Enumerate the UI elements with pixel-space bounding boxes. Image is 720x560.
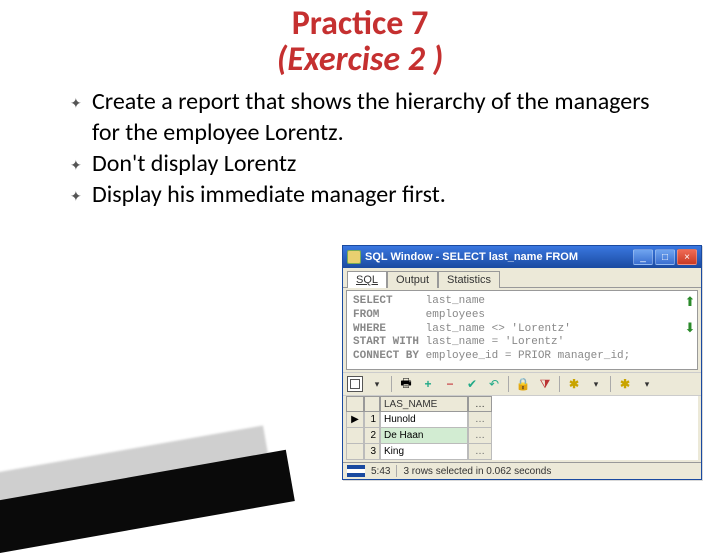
bullet-text: Display his immediate manager first. xyxy=(92,180,446,211)
sql-editor[interactable]: SELECT last_name FROM employees WHERE la… xyxy=(346,290,698,370)
commit-icon[interactable]: ✔ xyxy=(464,376,480,392)
add-row-icon[interactable]: + xyxy=(420,376,436,392)
result-header-row: LAS_NAME … xyxy=(346,396,698,412)
flag-icon xyxy=(347,465,365,477)
separator xyxy=(396,465,397,477)
delete-row-icon[interactable]: − xyxy=(442,376,458,392)
row-pointer-icon xyxy=(346,444,364,460)
row-number-header xyxy=(364,396,380,412)
result-toolbar: ▾ 🖶 + − ✔ ↶ 🔒 ⧩ ✱ ▾ ✱ ▾ xyxy=(343,372,701,396)
arrow-down-icon[interactable]: ⬇ xyxy=(682,320,698,336)
dropdown-icon[interactable]: ▾ xyxy=(588,376,604,392)
bullet-item: ✦ Create a report that shows the hierarc… xyxy=(70,87,680,148)
cell-more[interactable]: … xyxy=(468,444,492,460)
lock-icon[interactable]: 🔒 xyxy=(515,376,531,392)
tab-output[interactable]: Output xyxy=(387,271,438,288)
row-pointer-icon xyxy=(346,428,364,444)
slide-title-block: Practice 7 (Exercise 2 ) xyxy=(0,0,720,77)
print-icon[interactable]: 🖶 xyxy=(398,376,414,392)
cell-last-name[interactable]: King xyxy=(380,444,468,460)
result-row[interactable]: 2 De Haan … xyxy=(346,428,698,444)
separator xyxy=(610,376,611,392)
row-gutter-header xyxy=(346,396,364,412)
status-message: 3 rows selected in 0.062 seconds xyxy=(403,466,551,477)
cell-more[interactable]: … xyxy=(468,428,492,444)
app-icon xyxy=(347,250,361,264)
dropdown-icon[interactable]: ▾ xyxy=(369,376,385,392)
arrow-up-icon[interactable]: ⬆ xyxy=(682,294,698,310)
cell-last-name[interactable]: Hunold xyxy=(380,412,468,428)
sql-window: SQL Window - SELECT last_name FROM _ □ ×… xyxy=(342,245,702,480)
title-line-1: Practice 7 xyxy=(0,6,720,42)
bullet-item: ✦ Display his immediate manager first. xyxy=(70,180,680,211)
window-title: SQL Window - SELECT last_name FROM xyxy=(365,251,629,263)
bullet-marker-icon: ✦ xyxy=(70,87,92,113)
status-time: 5:43 xyxy=(371,466,390,477)
cell-last-name[interactable]: De Haan xyxy=(380,428,468,444)
bullet-list: ✦ Create a report that shows the hierarc… xyxy=(0,77,720,210)
result-grid: LAS_NAME … ▶ 1 Hunold … 2 De Haan … 3 Ki… xyxy=(346,396,698,460)
rollback-icon[interactable]: ↶ xyxy=(486,376,502,392)
status-bar: 5:43 3 rows selected in 0.062 seconds xyxy=(343,462,701,479)
window-titlebar[interactable]: SQL Window - SELECT last_name FROM _ □ × xyxy=(343,246,701,268)
cell-more[interactable]: … xyxy=(468,412,492,428)
row-number: 3 xyxy=(364,444,380,460)
maximize-button[interactable]: □ xyxy=(655,249,675,265)
fetch-icon[interactable]: ⧩ xyxy=(537,376,553,392)
row-pointer-icon: ▶ xyxy=(346,412,364,428)
row-number: 1 xyxy=(364,412,380,428)
bullet-text: Don't display Lorentz xyxy=(92,149,296,180)
window-buttons: _ □ × xyxy=(633,249,697,265)
code-nav-arrows: ⬆ ⬇ xyxy=(682,290,698,336)
separator xyxy=(508,376,509,392)
bullet-item: ✦ Don't display Lorentz xyxy=(70,149,680,180)
tab-sql[interactable]: SQL xyxy=(347,271,387,288)
bullet-text: Create a report that shows the hierarchy… xyxy=(92,87,680,148)
close-button[interactable]: × xyxy=(677,249,697,265)
separator xyxy=(391,376,392,392)
row-number: 2 xyxy=(364,428,380,444)
minimize-button[interactable]: _ xyxy=(633,249,653,265)
bullet-marker-icon: ✦ xyxy=(70,149,92,175)
grid-icon[interactable] xyxy=(347,376,363,392)
bullet-marker-icon: ✦ xyxy=(70,180,92,206)
result-row[interactable]: 3 King … xyxy=(346,444,698,460)
dropdown-icon[interactable]: ▾ xyxy=(639,376,655,392)
tab-statistics[interactable]: Statistics xyxy=(438,271,500,288)
title-line-2: (Exercise 2 ) xyxy=(0,42,720,78)
separator xyxy=(559,376,560,392)
column-more-header: … xyxy=(468,396,492,412)
query-icon[interactable]: ✱ xyxy=(566,376,582,392)
tab-bar: SQL Output Statistics xyxy=(343,268,701,288)
slide-corner-decoration xyxy=(0,430,260,540)
column-header[interactable]: LAS_NAME xyxy=(380,396,468,412)
result-row[interactable]: ▶ 1 Hunold … xyxy=(346,412,698,428)
query-icon[interactable]: ✱ xyxy=(617,376,633,392)
